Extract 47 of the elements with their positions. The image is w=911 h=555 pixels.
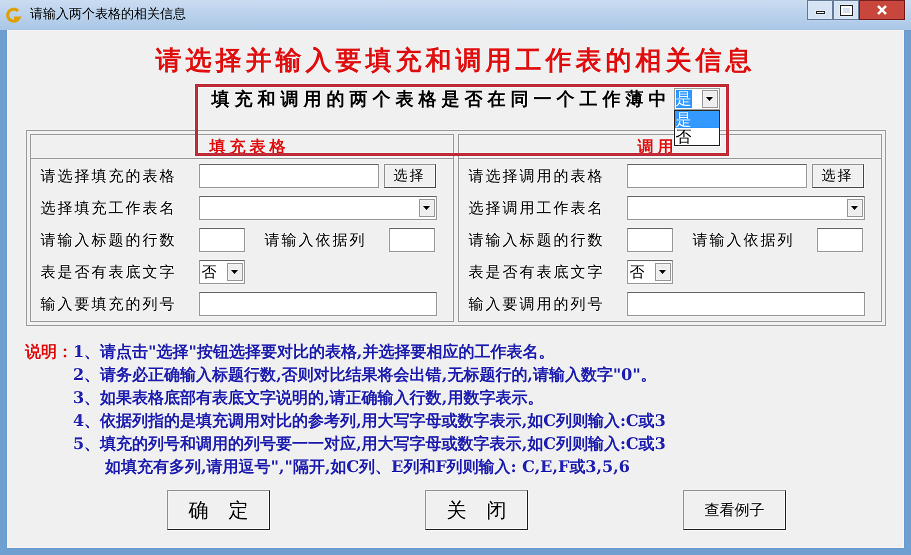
dialog-button[interactable]: 查看例子 [683,490,786,530]
select-button[interactable]: 选择 [812,164,864,188]
column-numbers-field[interactable] [626,292,864,316]
question-label: 填充和调用的两个表格是否在同一个工作薄中 [212,88,672,112]
field-label: 选择调用工作表名 [468,198,606,219]
sheet-name-combobox[interactable] [198,196,436,220]
minimize-icon [816,11,824,14]
select-button[interactable]: 选择 [384,164,436,188]
footer-text-select[interactable]: 否 [626,260,672,284]
file-path-field[interactable] [198,164,378,188]
field-label: 请选择填充的表格 [40,166,178,187]
field-label: 输入要调用的列号 [468,294,606,315]
key-column-field[interactable] [816,228,862,252]
note-line: 2、请务必正确输入标题行数,否则对比结果将会出错,无标题行的,请输入数字"0"。 [73,364,658,386]
note-line: 5、填充的列号和调用的列号要一一对应,用大写字母或数字表示,如C列则输入:C或3 [73,433,666,455]
field-label: 请输入标题的行数 [468,230,606,251]
column-numbers-field[interactable] [198,292,436,316]
close-icon [877,5,887,15]
dialog-button[interactable]: 关 闭 [425,490,528,530]
close-button[interactable] [859,0,905,20]
sheet-name-combobox[interactable] [626,196,864,220]
app-logo-icon [6,7,22,23]
field-label: 表是否有表底文字 [40,262,178,283]
notes-label: 说明： [25,341,73,363]
maximize-icon [840,6,852,14]
footer-text-select[interactable]: 否 [198,260,244,284]
dialog-button[interactable]: 确 定 [167,490,270,530]
file-path-field[interactable] [626,164,806,188]
field-label: 输入要填充的列号 [40,294,178,315]
note-line: 1、请点击"选择"按钮选择要对比的表格,并选择要相应的工作表名。 [73,341,556,363]
maximize-button[interactable] [833,0,859,20]
field-label: 请输入依据列 [264,230,368,251]
field-label: 表是否有表底文字 [468,262,606,283]
window-title: 请输入两个表格的相关信息 [30,6,186,24]
title-rows-field[interactable] [626,228,672,252]
note-line: 3、如果表格底部有表底文字说明的,请正确输入行数,用数字表示。 [73,387,544,409]
key-column-field[interactable] [388,228,434,252]
title-rows-field[interactable] [198,228,244,252]
field-label: 选择填充工作表名 [40,198,178,219]
dropdown-option[interactable]: 否 [674,128,718,145]
form-heading: 请选择并输入要填充和调用工作表的相关信息 [156,45,756,78]
note-line: 如填充有多列,请用逗号","隔开,如C列、E列和F列则输入: C,E,F或3,5,6 [104,456,631,478]
field-label: 请输入依据列 [692,230,796,251]
field-label: 请输入标题的行数 [40,230,178,251]
note-line: 4、依据列指的是填充调用对比的参考列,用大写字母或数字表示,如C列则输入:C或3 [73,410,666,432]
field-label: 请选择调用的表格 [468,166,606,187]
minimize-button[interactable] [807,0,833,20]
